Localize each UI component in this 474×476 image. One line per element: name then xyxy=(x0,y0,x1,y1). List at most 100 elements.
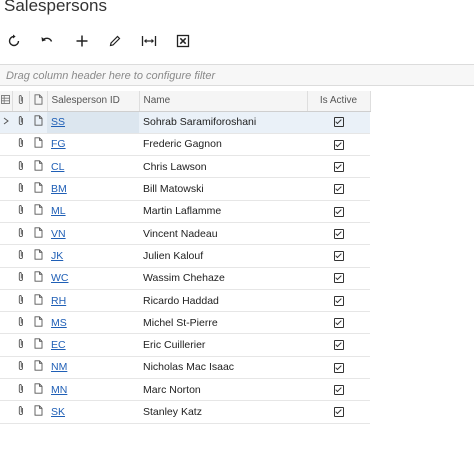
table-row[interactable]: FG Frederic Gagnon xyxy=(0,133,370,157)
is-active-checkbox[interactable] xyxy=(333,139,344,150)
table-row[interactable]: JK Julien Kalouf xyxy=(0,244,370,268)
table-row[interactable]: SS Sohrab Saramiforoshani xyxy=(0,111,370,134)
salesperson-id-link[interactable]: SK xyxy=(51,406,65,418)
salesperson-id-link[interactable]: NM xyxy=(51,361,67,373)
table-row[interactable]: SK Stanley Katz xyxy=(0,400,370,424)
refresh-button[interactable] xyxy=(2,30,26,52)
is-active-checkbox[interactable] xyxy=(333,340,344,351)
row-selector[interactable] xyxy=(0,378,12,402)
table-row[interactable]: BM Bill Matowski xyxy=(0,177,370,201)
is-active-checkbox[interactable] xyxy=(333,362,344,373)
attachment-cell[interactable] xyxy=(12,311,29,335)
salesperson-id-link[interactable]: SS xyxy=(51,116,65,128)
attachment-cell[interactable] xyxy=(12,333,29,357)
salesperson-id-link[interactable]: EC xyxy=(51,339,66,351)
export-excel-button[interactable] xyxy=(171,30,195,52)
row-selector[interactable] xyxy=(0,333,12,357)
row-selector[interactable] xyxy=(0,400,12,424)
salesperson-id-link[interactable]: JK xyxy=(51,250,63,262)
row-selector[interactable] xyxy=(0,267,12,290)
table-row[interactable]: RH Ricardo Haddad xyxy=(0,289,370,313)
filter-bar[interactable]: Drag column header here to configure fil… xyxy=(0,64,474,86)
is-active-checkbox[interactable] xyxy=(333,384,344,395)
salesperson-id-link[interactable]: CL xyxy=(51,161,64,173)
note-cell[interactable] xyxy=(29,333,47,357)
note-cell[interactable] xyxy=(29,177,47,201)
note-cell[interactable] xyxy=(29,356,47,380)
attachment-cell[interactable] xyxy=(12,111,29,134)
notes-header[interactable] xyxy=(29,91,48,112)
note-cell[interactable] xyxy=(29,311,47,335)
column-header-is-active[interactable]: Is Active xyxy=(307,91,371,112)
attachment-cell[interactable] xyxy=(12,177,29,201)
is-active-checkbox[interactable] xyxy=(333,228,344,239)
attachment-cell[interactable] xyxy=(12,267,29,290)
fit-columns-button[interactable] xyxy=(137,30,161,52)
attachment-cell[interactable] xyxy=(12,289,29,313)
document-icon xyxy=(34,226,42,238)
attachments-header[interactable] xyxy=(12,91,30,112)
is-active-checkbox[interactable] xyxy=(333,407,344,418)
row-selector[interactable] xyxy=(0,311,12,335)
note-cell[interactable] xyxy=(29,133,47,157)
table-row[interactable]: CL Chris Lawson xyxy=(0,155,370,179)
attachment-cell[interactable] xyxy=(12,155,29,179)
row-selector[interactable] xyxy=(0,200,12,223)
add-button[interactable] xyxy=(70,30,94,52)
attachment-cell[interactable] xyxy=(12,378,29,402)
salesperson-id-link[interactable]: MS xyxy=(51,317,67,329)
undo-button[interactable] xyxy=(35,30,59,52)
is-active-cell xyxy=(307,111,370,134)
row-selector[interactable] xyxy=(0,155,12,179)
attachment-cell[interactable] xyxy=(12,200,29,223)
row-selector[interactable] xyxy=(0,177,12,201)
note-cell[interactable] xyxy=(29,378,47,402)
table-row[interactable]: VN Vincent Nadeau xyxy=(0,222,370,246)
salesperson-id-link[interactable]: VN xyxy=(51,228,66,240)
attachment-cell[interactable] xyxy=(12,356,29,380)
table-row[interactable]: MN Marc Norton xyxy=(0,378,370,402)
row-selector[interactable] xyxy=(0,356,12,380)
salesperson-id-link[interactable]: WC xyxy=(51,272,69,284)
note-cell[interactable] xyxy=(29,289,47,313)
table-row[interactable]: NM Nicholas Mac Isaac xyxy=(0,356,370,380)
attachment-cell[interactable] xyxy=(12,133,29,157)
attachment-cell[interactable] xyxy=(12,222,29,246)
row-selector[interactable] xyxy=(0,244,12,268)
is-active-checkbox[interactable] xyxy=(333,161,344,172)
is-active-checkbox[interactable] xyxy=(333,251,344,262)
is-active-checkbox[interactable] xyxy=(333,295,344,306)
edit-button[interactable] xyxy=(103,30,127,52)
row-selector-header[interactable] xyxy=(0,91,13,112)
is-active-checkbox[interactable] xyxy=(333,318,344,329)
note-cell[interactable] xyxy=(29,200,47,223)
row-selector[interactable] xyxy=(0,111,12,134)
is-active-checkbox[interactable] xyxy=(333,117,344,128)
table-row[interactable]: EC Eric Cuillerier xyxy=(0,333,370,357)
table-row[interactable]: WC Wassim Chehaze xyxy=(0,267,370,290)
salesperson-id-link[interactable]: FG xyxy=(51,138,66,150)
salesperson-id-link[interactable]: ML xyxy=(51,205,66,217)
salesperson-id-link[interactable]: RH xyxy=(51,295,66,307)
is-active-checkbox[interactable] xyxy=(333,184,344,195)
note-cell[interactable] xyxy=(29,155,47,179)
column-header-salesperson-id[interactable]: Salesperson ID xyxy=(47,91,140,112)
attachment-cell[interactable] xyxy=(12,244,29,268)
note-cell[interactable] xyxy=(29,267,47,290)
note-cell[interactable] xyxy=(29,222,47,246)
salesperson-id-link[interactable]: MN xyxy=(51,384,67,396)
note-cell[interactable] xyxy=(29,111,47,134)
note-cell[interactable] xyxy=(29,244,47,268)
table-row[interactable]: ML Martin Laflamme xyxy=(0,200,370,223)
row-selector[interactable] xyxy=(0,289,12,313)
row-selector[interactable] xyxy=(0,133,12,157)
is-active-checkbox[interactable] xyxy=(333,273,344,284)
column-header-name[interactable]: Name xyxy=(139,91,308,112)
row-selector[interactable] xyxy=(0,222,12,246)
table-row[interactable]: MS Michel St-Pierre xyxy=(0,311,370,335)
is-active-checkbox[interactable] xyxy=(333,206,344,217)
attachment-cell[interactable] xyxy=(12,400,29,424)
salesperson-name-cell: Chris Lawson xyxy=(139,155,307,179)
note-cell[interactable] xyxy=(29,400,47,424)
salesperson-id-link[interactable]: BM xyxy=(51,183,67,195)
